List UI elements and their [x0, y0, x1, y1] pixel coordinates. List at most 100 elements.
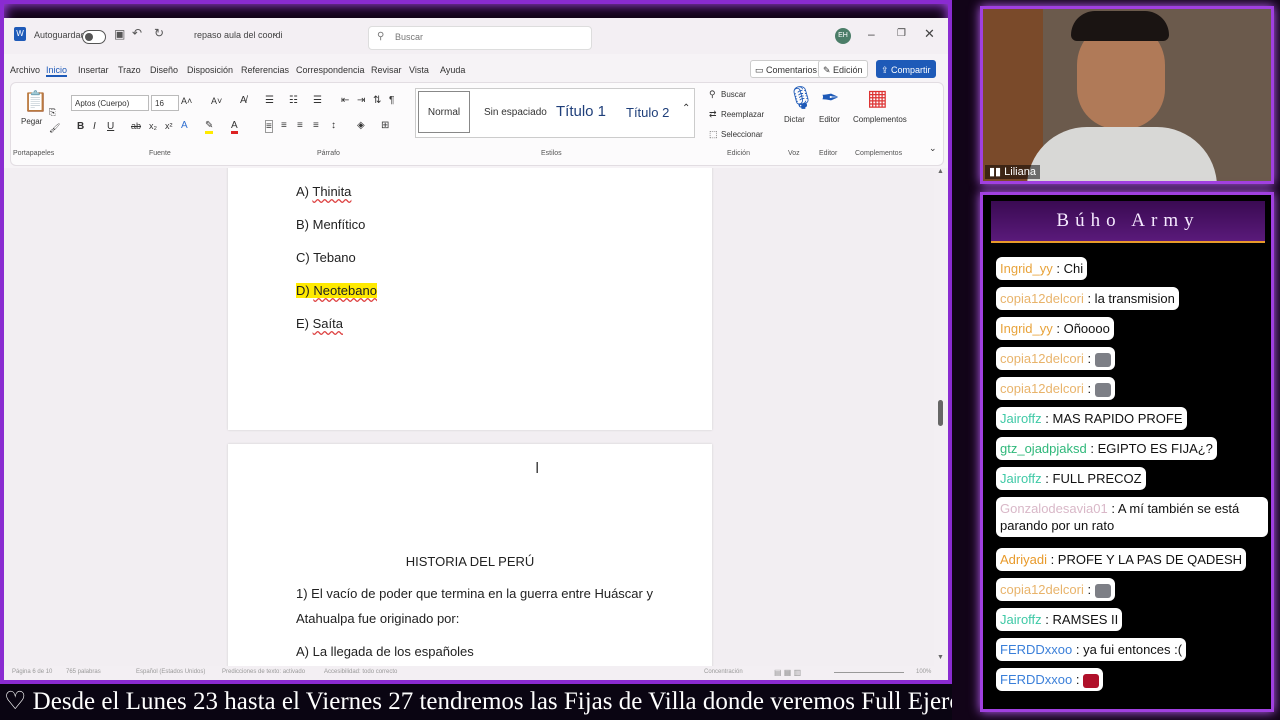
- copy-icon[interactable]: ⎘: [49, 107, 56, 118]
- replace-label[interactable]: Reemplazar: [721, 110, 764, 119]
- chat-username[interactable]: Jairoffz: [1000, 411, 1042, 426]
- close-icon[interactable]: ✕: [924, 26, 935, 42]
- chat-username[interactable]: FERDDxxoo: [1000, 672, 1072, 687]
- tab-ayuda[interactable]: Ayuda: [440, 65, 465, 75]
- tab-diseno[interactable]: Diseño: [150, 65, 178, 75]
- sort-icon[interactable]: ⇅: [373, 95, 381, 106]
- font-name-select[interactable]: Aptos (Cuerpo): [71, 95, 149, 111]
- styles-scroll-icon[interactable]: ⌃: [682, 103, 690, 114]
- style-title2[interactable]: Título 2: [626, 105, 669, 120]
- chat-username[interactable]: copia12delcori: [1000, 291, 1084, 306]
- chat-username[interactable]: gtz_ojadpjaksd: [1000, 441, 1087, 456]
- select-icon[interactable]: ⬚: [709, 129, 718, 140]
- status-predictions[interactable]: Predicciones de texto: activado: [222, 669, 305, 675]
- view-mode-icons[interactable]: ▤ ▦ ▥: [774, 668, 801, 677]
- zoom-slider[interactable]: [834, 672, 904, 673]
- status-zoom[interactable]: 100%: [916, 669, 931, 675]
- chat-username[interactable]: Jairoffz: [1000, 471, 1042, 486]
- bold-icon[interactable]: B: [77, 121, 84, 132]
- subscript-icon[interactable]: x₂: [149, 121, 157, 131]
- microphone-icon[interactable]: 🎙: [787, 85, 815, 111]
- collapse-ribbon-icon[interactable]: ⌄: [929, 143, 937, 154]
- addins-label[interactable]: Complementos: [853, 115, 907, 124]
- editor-label[interactable]: Editor: [819, 115, 840, 124]
- chevron-down-icon[interactable]: ⌄: [272, 29, 279, 38]
- decrease-indent-icon[interactable]: ⇤: [341, 95, 349, 106]
- grow-font-icon[interactable]: A˄: [181, 96, 192, 106]
- tab-referencias[interactable]: Referencias: [241, 65, 289, 75]
- autosave-toggle[interactable]: [82, 30, 106, 44]
- style-normal[interactable]: Normal: [418, 91, 470, 133]
- tab-inicio[interactable]: Inicio: [46, 65, 68, 77]
- status-focus[interactable]: Concentración: [704, 669, 743, 675]
- find-label[interactable]: Buscar: [721, 90, 746, 99]
- numbering-icon[interactable]: ☷: [289, 95, 298, 106]
- chat-username[interactable]: copia12delcori: [1000, 351, 1084, 366]
- undo-icon[interactable]: ↶: [132, 26, 142, 40]
- tab-trazo[interactable]: Trazo: [118, 65, 141, 75]
- chat-username[interactable]: FERDDxxoo: [1000, 642, 1072, 657]
- restore-icon[interactable]: ❐: [897, 28, 906, 39]
- style-title1[interactable]: Título 1: [556, 103, 606, 120]
- avatar[interactable]: EH: [835, 28, 851, 44]
- underline-icon[interactable]: U: [107, 121, 114, 132]
- share-button[interactable]: ⇪ Compartir: [876, 60, 936, 78]
- tab-archivo[interactable]: Archivo: [10, 65, 40, 75]
- tab-correspondencia[interactable]: Correspondencia: [296, 65, 365, 75]
- font-color-icon[interactable]: A: [231, 120, 238, 134]
- status-page[interactable]: Página 6 de 10: [12, 669, 52, 675]
- tab-vista[interactable]: Vista: [409, 65, 429, 75]
- addins-icon[interactable]: ▦: [867, 85, 888, 111]
- editing-mode-button[interactable]: ✎ Edición: [818, 60, 868, 78]
- chat-username[interactable]: Ingrid_yy: [1000, 261, 1053, 276]
- status-language[interactable]: Español (Estados Unidos): [136, 669, 205, 675]
- clear-format-icon[interactable]: A̸: [240, 95, 247, 106]
- chat-username[interactable]: copia12delcori: [1000, 381, 1084, 396]
- vertical-scrollbar[interactable]: ▲ ▼: [934, 168, 948, 666]
- chat-username[interactable]: Gonzalodesavia01: [1000, 501, 1108, 516]
- highlight-icon[interactable]: ✎: [205, 120, 214, 134]
- comments-button[interactable]: ▭ Comentarios: [750, 60, 823, 78]
- status-words[interactable]: 765 palabras: [66, 669, 101, 675]
- increase-indent-icon[interactable]: ⇥: [357, 95, 365, 106]
- chat-username[interactable]: copia12delcori: [1000, 582, 1084, 597]
- multilevel-list-icon[interactable]: ☰: [313, 95, 322, 106]
- find-icon[interactable]: ⚲: [709, 89, 716, 100]
- shrink-font-icon[interactable]: A˅: [211, 96, 222, 106]
- superscript-icon[interactable]: x²: [165, 121, 173, 131]
- italic-icon[interactable]: I: [93, 121, 96, 132]
- chat-username[interactable]: Ingrid_yy: [1000, 321, 1053, 336]
- select-label[interactable]: Seleccionar: [721, 130, 763, 139]
- chat-username[interactable]: Adriyadi: [1000, 552, 1047, 567]
- format-painter-icon[interactable]: 🖌: [49, 123, 60, 134]
- align-left-icon[interactable]: ≡: [265, 120, 273, 133]
- document-title[interactable]: repaso aula del coordi: [194, 30, 283, 40]
- chat-username[interactable]: Jairoffz: [1000, 612, 1042, 627]
- redo-icon[interactable]: ↻: [154, 26, 164, 40]
- search-box[interactable]: ⚲ Buscar: [368, 26, 592, 50]
- align-center-icon[interactable]: ≡: [281, 120, 287, 131]
- replace-icon[interactable]: ⇄: [709, 109, 717, 120]
- dictate-label[interactable]: Dictar: [784, 115, 805, 124]
- editor-icon[interactable]: ✒: [821, 85, 839, 111]
- text-effects-icon[interactable]: A: [181, 120, 188, 131]
- tab-revisar[interactable]: Revisar: [371, 65, 402, 75]
- align-right-icon[interactable]: ≡: [297, 120, 303, 131]
- line-spacing-icon[interactable]: ↕: [331, 120, 336, 131]
- status-accessibility[interactable]: Accesibilidad: todo correcto: [324, 669, 397, 675]
- borders-icon[interactable]: ⊞: [381, 120, 389, 131]
- bullets-icon[interactable]: ☰: [265, 95, 274, 106]
- pilcrow-icon[interactable]: ¶: [389, 95, 394, 106]
- minimize-icon[interactable]: –: [868, 27, 875, 41]
- shading-icon[interactable]: ◈: [357, 120, 365, 131]
- font-size-select[interactable]: 16: [151, 95, 179, 111]
- paste-label[interactable]: Pegar: [21, 117, 42, 126]
- save-icon[interactable]: ▣: [114, 27, 125, 41]
- scroll-up-icon[interactable]: ▲: [937, 168, 944, 175]
- tab-disposicion[interactable]: Disposición: [187, 65, 233, 75]
- scroll-down-icon[interactable]: ▼: [937, 654, 944, 661]
- scroll-thumb[interactable]: [938, 400, 943, 426]
- strikethrough-icon[interactable]: ab: [131, 121, 141, 131]
- style-no-spacing[interactable]: Sin espaciado: [484, 107, 547, 118]
- justify-icon[interactable]: ≡: [313, 120, 319, 131]
